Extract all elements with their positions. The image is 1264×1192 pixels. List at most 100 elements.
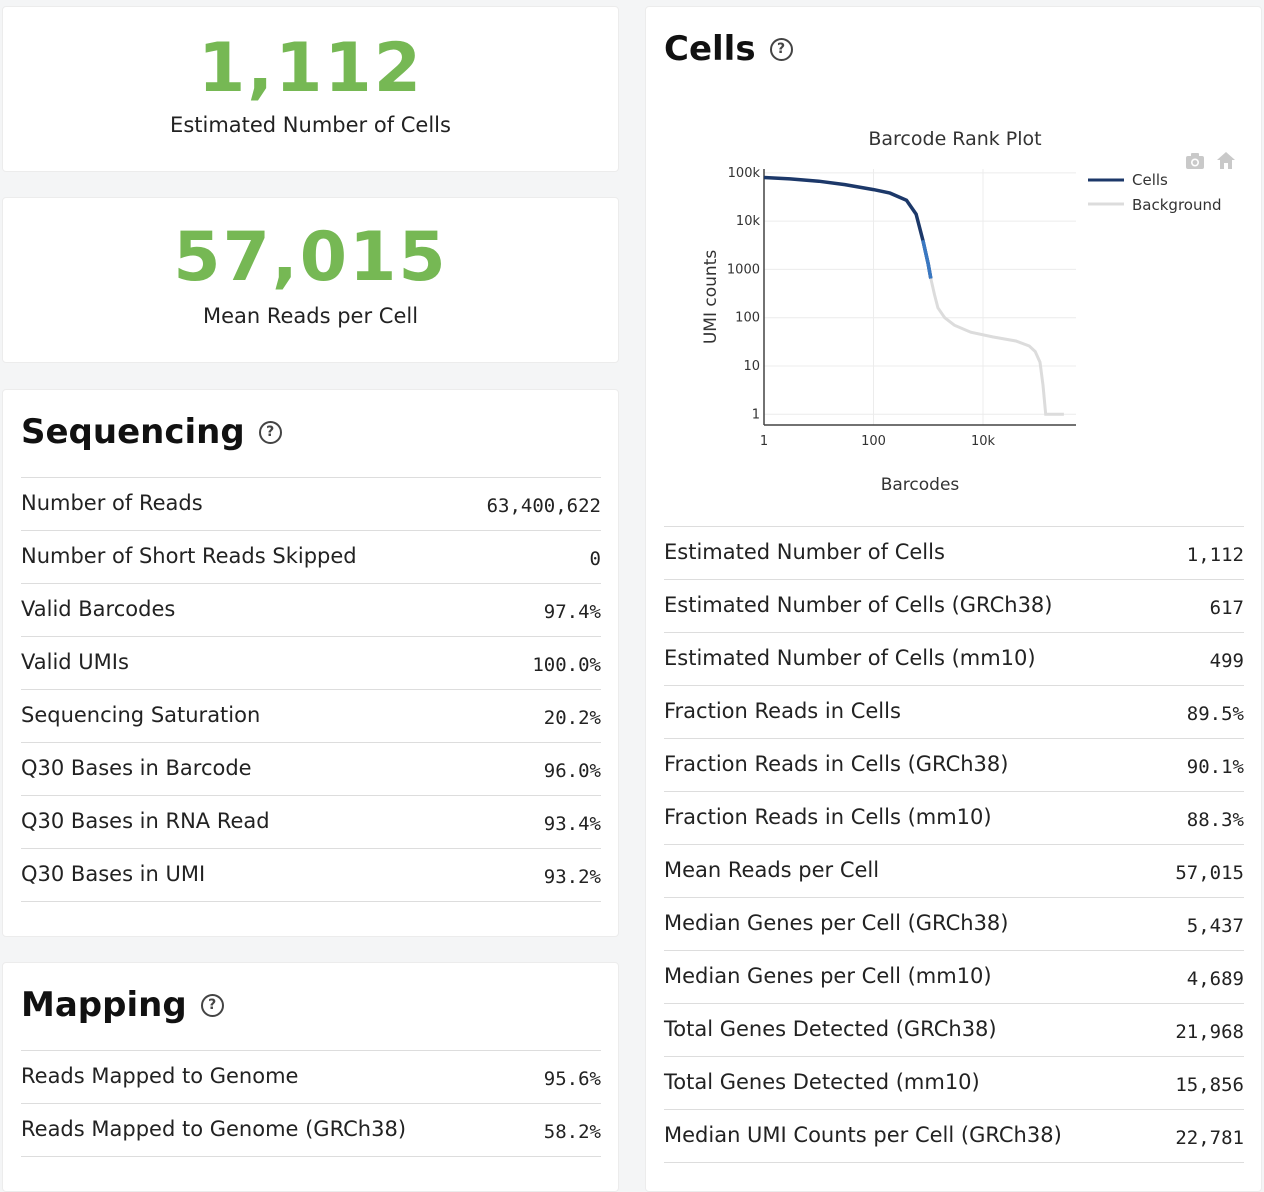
mapping-card: Mapping ? Reads Mapped to Genome 95.6% Re… — [2, 962, 619, 1192]
row-label: Estimated Number of Cells (GRCh38) — [664, 593, 1053, 617]
chart-grid — [763, 169, 1076, 425]
table-row: Total Genes Detected (mm10) 15,856 — [664, 1057, 1244, 1110]
row-value: 90.1% — [1186, 756, 1244, 778]
y-tick-label: 100k — [728, 166, 761, 181]
x-tick-label: 10k — [971, 434, 996, 449]
table-row: Q30 Bases in Barcode 96.0% — [21, 743, 601, 796]
row-value: 63,400,622 — [486, 495, 601, 517]
row-value: 100.0% — [532, 654, 601, 676]
row-value: 57,015 — [1175, 862, 1244, 884]
cells-title-text: Cells — [664, 29, 756, 69]
row-label: Number of Short Reads Skipped — [21, 544, 357, 568]
row-value: 1,112 — [1186, 544, 1244, 566]
table-row: Median UMI Counts per Cell (GRCh38) 22,78… — [664, 1110, 1244, 1163]
home-icon[interactable] — [1217, 152, 1235, 169]
barcode-rank-plot[interactable]: Barcode Rank Plot 1 10 100 1000 10k 100k 1 100… — [646, 117, 1246, 517]
question-circle-icon[interactable]: ? — [258, 420, 282, 444]
row-label: Valid Barcodes — [21, 597, 176, 621]
row-label: Q30 Bases in RNA Read — [21, 809, 270, 833]
row-label: Reads Mapped to Genome — [21, 1064, 299, 1088]
row-value: 15,856 — [1175, 1074, 1244, 1096]
row-label: Median Genes per Cell (mm10) — [664, 964, 992, 988]
mapping-title: Mapping ? — [21, 985, 224, 1025]
x-tick-labels: 1 100 10k — [760, 434, 996, 449]
row-value: 617 — [1209, 597, 1244, 619]
row-value: 95.6% — [543, 1068, 601, 1090]
legend-item-cells[interactable]: Cells — [1132, 171, 1168, 189]
question-circle-icon[interactable]: ? — [200, 993, 224, 1017]
mean-reads-card: 57,015 Mean Reads per Cell — [2, 197, 619, 363]
table-row: Median Genes per Cell (GRCh38) 5,437 — [664, 898, 1244, 951]
row-label: Number of Reads — [21, 491, 203, 515]
mean-reads-value: 57,015 — [173, 218, 448, 297]
x-tick-label: 100 — [861, 434, 886, 449]
row-label: Median Genes per Cell (GRCh38) — [664, 911, 1009, 935]
row-label: Q30 Bases in Barcode — [21, 756, 252, 780]
row-label: Sequencing Saturation — [21, 703, 261, 727]
row-label: Valid UMIs — [21, 650, 129, 674]
camera-icon[interactable] — [1186, 153, 1204, 169]
table-row: Number of Short Reads Skipped 0 — [21, 531, 601, 584]
row-value: 93.2% — [543, 866, 601, 888]
table-row: Fraction Reads in Cells (mm10) 88.3% — [664, 792, 1244, 845]
chart-series — [763, 175, 1064, 416]
row-label: Estimated Number of Cells — [664, 540, 945, 564]
sequencing-title-text: Sequencing — [21, 412, 245, 452]
y-tick-label: 1 — [752, 407, 760, 422]
estimated-cells-label: Estimated Number of Cells — [170, 113, 451, 137]
row-value: 0 — [589, 548, 601, 570]
y-tick-labels: 1 10 100 1000 10k 100k — [727, 166, 761, 422]
row-label: Estimated Number of Cells (mm10) — [664, 646, 1036, 670]
series-line-background — [929, 278, 1064, 416]
chart-axes — [763, 169, 1076, 426]
row-label: Fraction Reads in Cells (mm10) — [664, 805, 992, 829]
chart-title: Barcode Rank Plot — [868, 128, 1041, 150]
sequencing-card: Sequencing ? Number of Reads 63,400,622 N… — [2, 389, 619, 937]
mapping-title-text: Mapping — [21, 985, 187, 1025]
x-axis-label: Barcodes — [881, 475, 960, 495]
row-value: 5,437 — [1186, 915, 1244, 937]
sequencing-table: Number of Reads 63,400,622 Number of Shor… — [21, 477, 601, 902]
question-circle-icon[interactable]: ? — [769, 37, 793, 61]
table-row: Sequencing Saturation 20.2% — [21, 690, 601, 743]
table-row: Mean Reads per Cell 57,015 — [664, 845, 1244, 898]
row-value: 89.5% — [1186, 703, 1244, 725]
y-tick-label: 10k — [736, 214, 761, 229]
legend-item-background[interactable]: Background — [1132, 196, 1222, 214]
series-line-cells-tail — [921, 239, 933, 279]
row-label: Median UMI Counts per Cell (GRCh38) — [664, 1123, 1062, 1147]
row-label: Reads Mapped to Genome (GRCh38) — [21, 1117, 407, 1141]
cells-title: Cells ? — [664, 29, 793, 69]
table-row: Q30 Bases in UMI 93.2% — [21, 849, 601, 902]
row-value: 21,968 — [1175, 1021, 1244, 1043]
table-row: Fraction Reads in Cells 89.5% — [664, 686, 1244, 739]
table-row: Reads Mapped to Genome (GRCh38) 58.2% — [21, 1104, 601, 1157]
row-value: 58.2% — [543, 1121, 601, 1143]
y-axis-label: UMI counts — [701, 250, 721, 344]
row-value: 22,781 — [1175, 1127, 1244, 1149]
row-label: Total Genes Detected (GRCh38) — [664, 1017, 997, 1041]
table-row: Total Genes Detected (GRCh38) 21,968 — [664, 1004, 1244, 1057]
cells-table: Estimated Number of Cells 1,112 Estimated… — [664, 526, 1244, 1163]
table-row: Valid Barcodes 97.4% — [21, 584, 601, 637]
table-row: Number of Reads 63,400,622 — [21, 478, 601, 531]
row-value: 93.4% — [543, 813, 601, 835]
row-value: 499 — [1209, 650, 1244, 672]
mapping-table: Reads Mapped to Genome 95.6% Reads Mapped… — [21, 1050, 601, 1157]
table-row: Fraction Reads in Cells (GRCh38) 90.1% — [664, 739, 1244, 792]
table-row: Estimated Number of Cells (GRCh38) 617 — [664, 580, 1244, 633]
row-value: 4,689 — [1186, 968, 1244, 990]
row-value: 97.4% — [543, 601, 601, 623]
chart-legend[interactable]: Cells Background — [1088, 171, 1222, 214]
table-row: Median Genes per Cell (mm10) 4,689 — [664, 951, 1244, 1004]
row-label: Total Genes Detected (mm10) — [664, 1070, 980, 1094]
table-row: Estimated Number of Cells (mm10) 499 — [664, 633, 1244, 686]
table-row: Valid UMIs 100.0% — [21, 637, 601, 690]
table-row: Reads Mapped to Genome 95.6% — [21, 1051, 601, 1104]
row-label: Mean Reads per Cell — [664, 858, 880, 882]
x-tick-label: 1 — [760, 434, 768, 449]
estimated-cells-value: 1,112 — [197, 29, 424, 108]
row-value: 20.2% — [543, 707, 601, 729]
row-label: Fraction Reads in Cells — [664, 699, 901, 723]
y-tick-label: 100 — [735, 311, 760, 326]
